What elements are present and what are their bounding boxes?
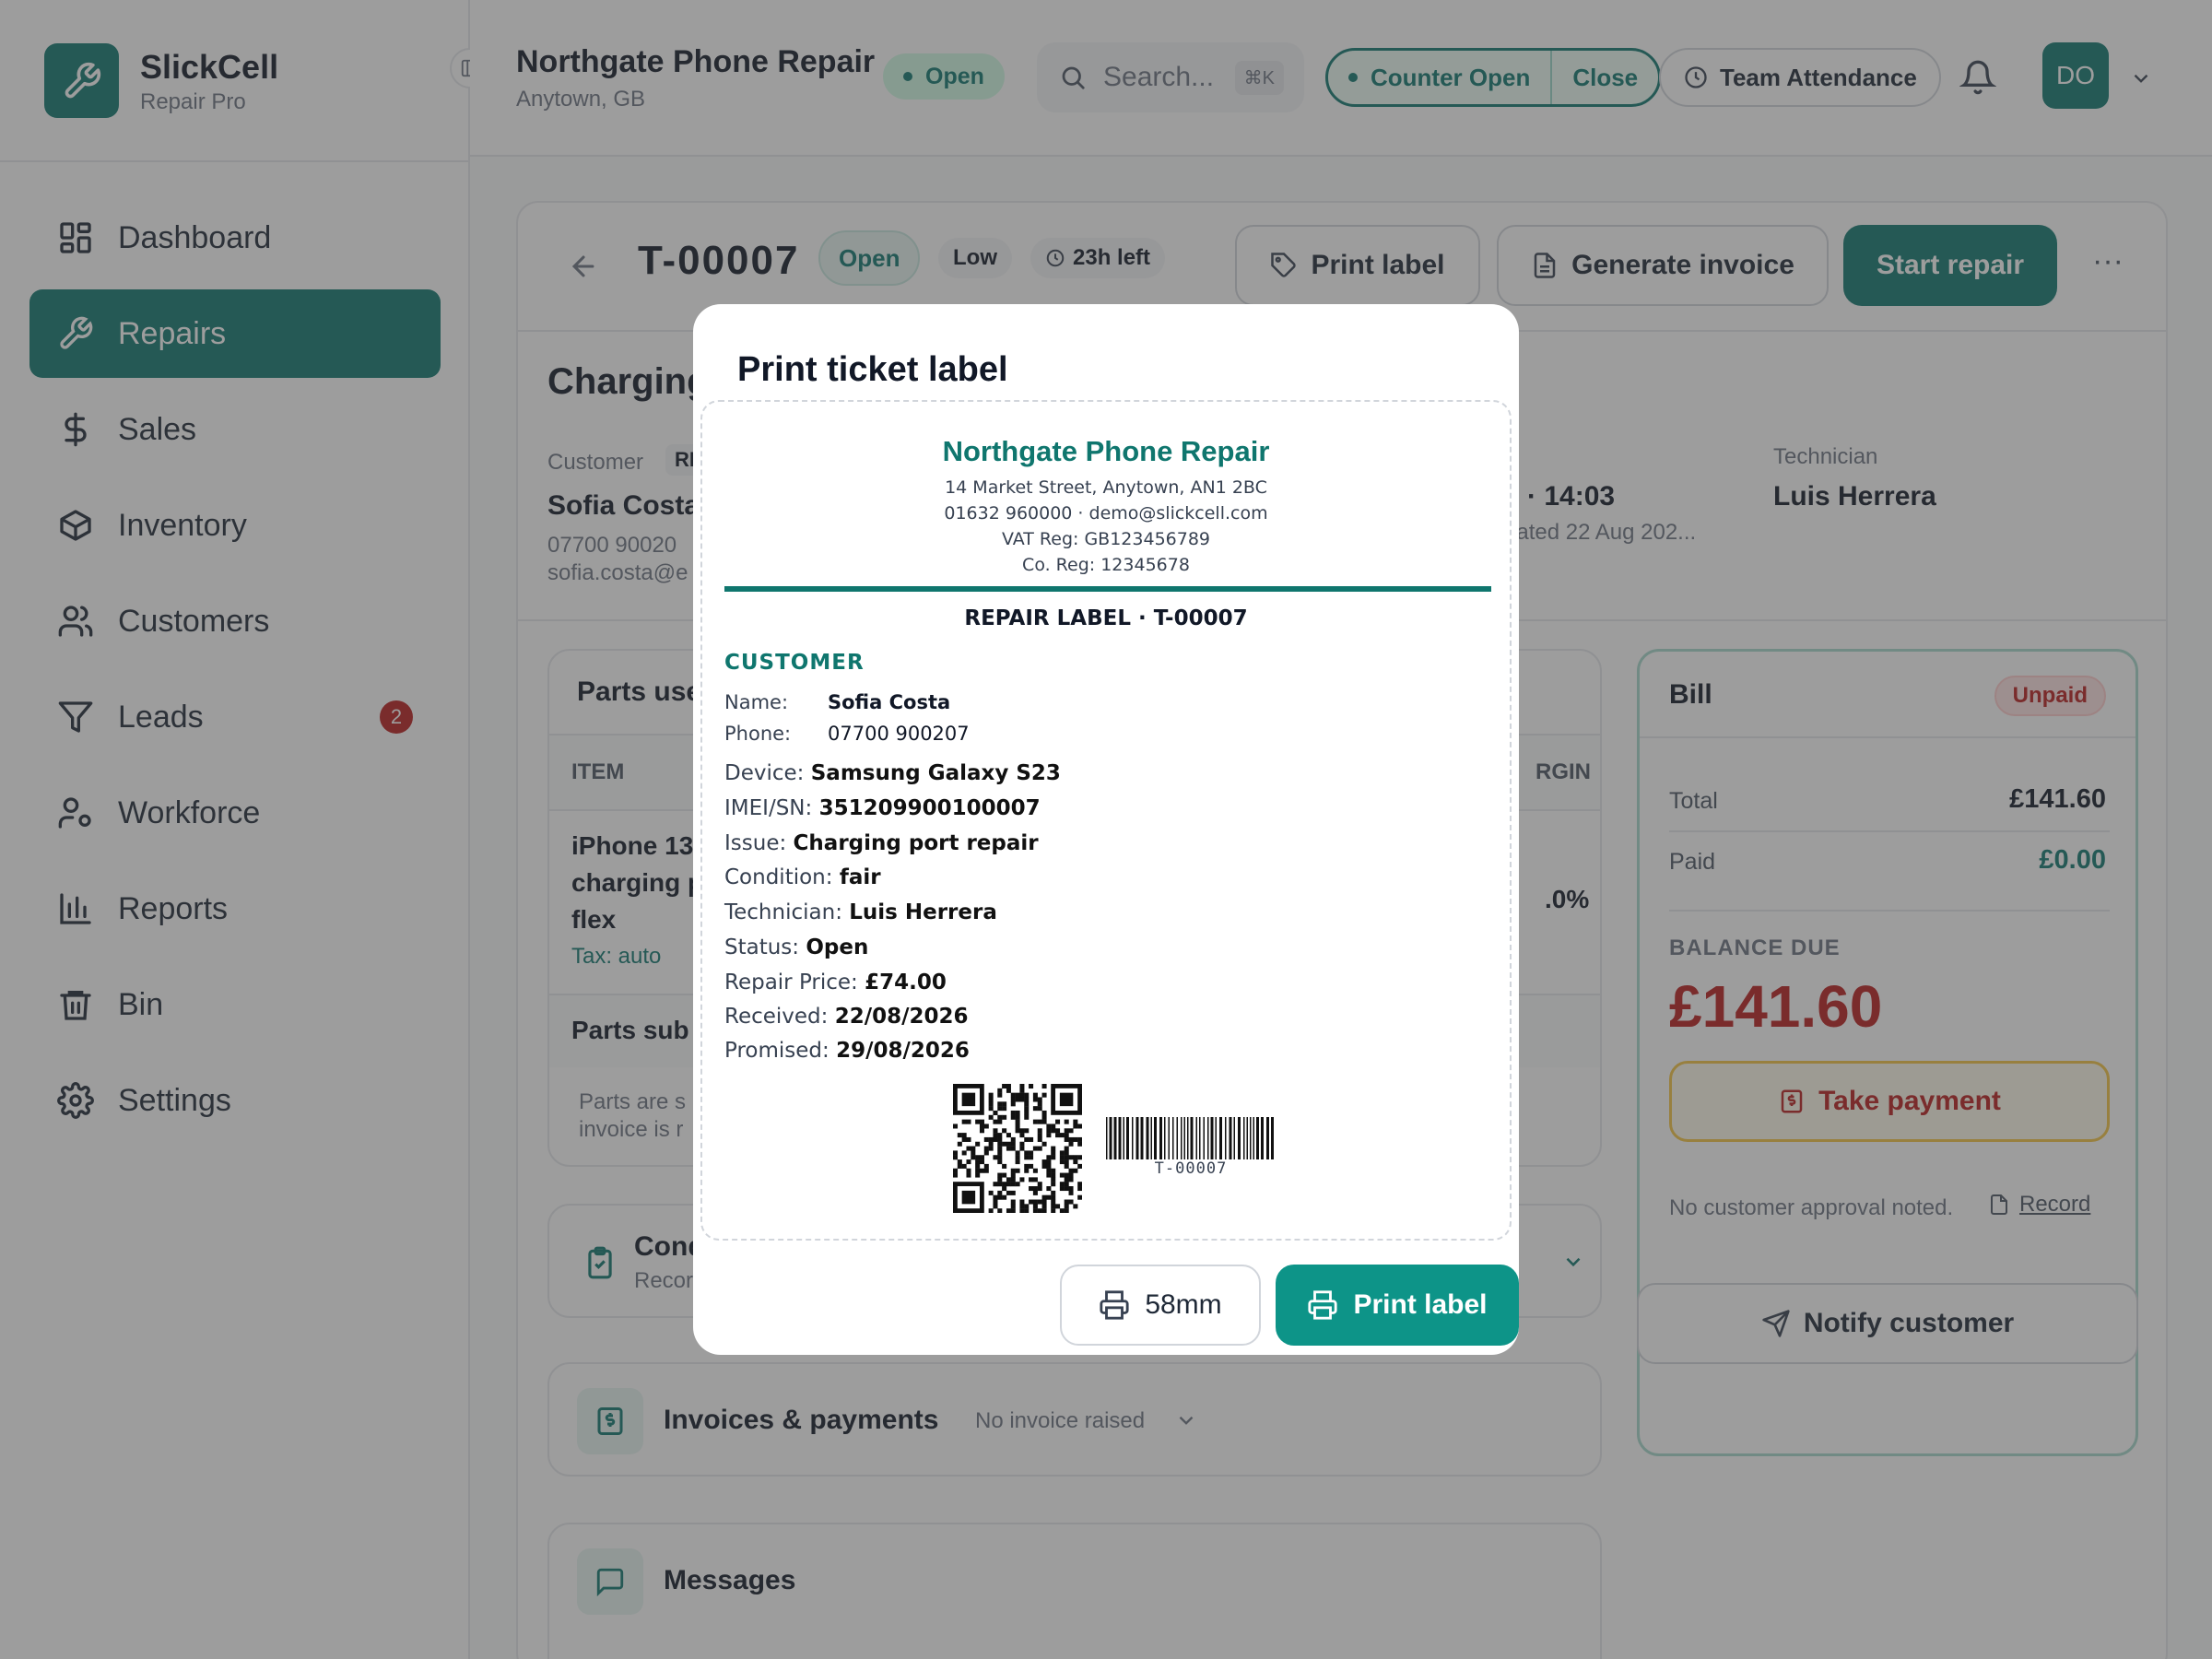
label-size-button[interactable]: 58mm <box>1060 1265 1261 1346</box>
label-address: 14 Market Street, Anytown, AN1 2BC <box>945 477 1267 498</box>
label-field-row: Device: Samsung Galaxy S23 <box>724 761 1061 785</box>
label-customer-heading: CUSTOMER <box>724 651 865 675</box>
barcode-icon <box>1106 1117 1274 1159</box>
label-field-value: Open <box>806 935 869 959</box>
label-shop-name: Northgate Phone Repair <box>942 435 1270 467</box>
label-preview: Northgate Phone Repair 14 Market Street,… <box>700 400 1512 1241</box>
label-divider <box>724 586 1491 592</box>
label-co-reg: Co. Reg: 12345678 <box>1022 555 1190 575</box>
label-field-key: Condition: <box>724 865 833 889</box>
label-field-key: Issue: <box>724 831 787 855</box>
printer-icon <box>1308 1290 1338 1320</box>
label-contact: 01632 960000 · demo@slickcell.com <box>944 503 1268 524</box>
label-field-key: Repair Price: <box>724 971 858 994</box>
qr-code-icon <box>953 1084 1082 1213</box>
label-field-row: Issue: Charging port repair <box>724 831 1039 855</box>
label-field-key: IMEI/SN: <box>724 796 813 820</box>
label-field-value: Samsung Galaxy S23 <box>810 761 1061 785</box>
modal-title: Print ticket label <box>737 350 1008 389</box>
label-field-value: £74.00 <box>865 971 947 994</box>
label-field-key: Promised: <box>724 1039 830 1063</box>
label-field-key: Status: <box>724 935 800 959</box>
label-field-row: Status: Open <box>724 935 868 959</box>
label-field-value: 351209900100007 <box>818 796 1041 820</box>
label-size-text: 58mm <box>1145 1289 1222 1320</box>
label-phone-value: 07700 900207 <box>828 723 970 745</box>
label-heading: REPAIR LABEL · T-00007 <box>964 606 1248 630</box>
confirm-print-text: Print label <box>1353 1289 1488 1320</box>
print-label-modal: Print ticket label Northgate Phone Repai… <box>693 304 1519 1355</box>
label-field-row: Condition: fair <box>724 865 881 889</box>
label-field-row: Promised: 29/08/2026 <box>724 1039 970 1063</box>
label-field-row: IMEI/SN: 351209900100007 <box>724 796 1041 820</box>
label-field-row: Repair Price: £74.00 <box>724 971 947 994</box>
confirm-print-button[interactable]: Print label <box>1276 1265 1519 1346</box>
label-field-row: Technician: Luis Herrera <box>724 900 997 924</box>
label-field-key: Received: <box>724 1005 829 1029</box>
label-field-key: Device: <box>724 761 805 785</box>
label-field-value: fair <box>839 865 881 889</box>
label-phone-key: Phone: <box>724 723 792 745</box>
label-name-row: Name: Sofia Costa <box>724 691 950 713</box>
label-name-key: Name: <box>724 691 789 713</box>
printer-icon <box>1100 1290 1129 1320</box>
label-field-value: Charging port repair <box>793 831 1039 855</box>
label-field-key: Technician: <box>724 900 842 924</box>
label-field-row: Received: 22/08/2026 <box>724 1005 969 1029</box>
label-name-value: Sofia Costa <box>828 691 951 713</box>
label-field-value: 22/08/2026 <box>834 1005 969 1029</box>
label-phone-row: Phone: 07700 900207 <box>724 723 970 745</box>
label-field-value: 29/08/2026 <box>836 1039 970 1063</box>
label-vat: VAT Reg: GB123456789 <box>1001 529 1211 549</box>
modal-footer: 58mm Print label <box>693 1242 1519 1355</box>
barcode-text: T-00007 <box>1154 1159 1228 1178</box>
label-field-value: Luis Herrera <box>849 900 997 924</box>
